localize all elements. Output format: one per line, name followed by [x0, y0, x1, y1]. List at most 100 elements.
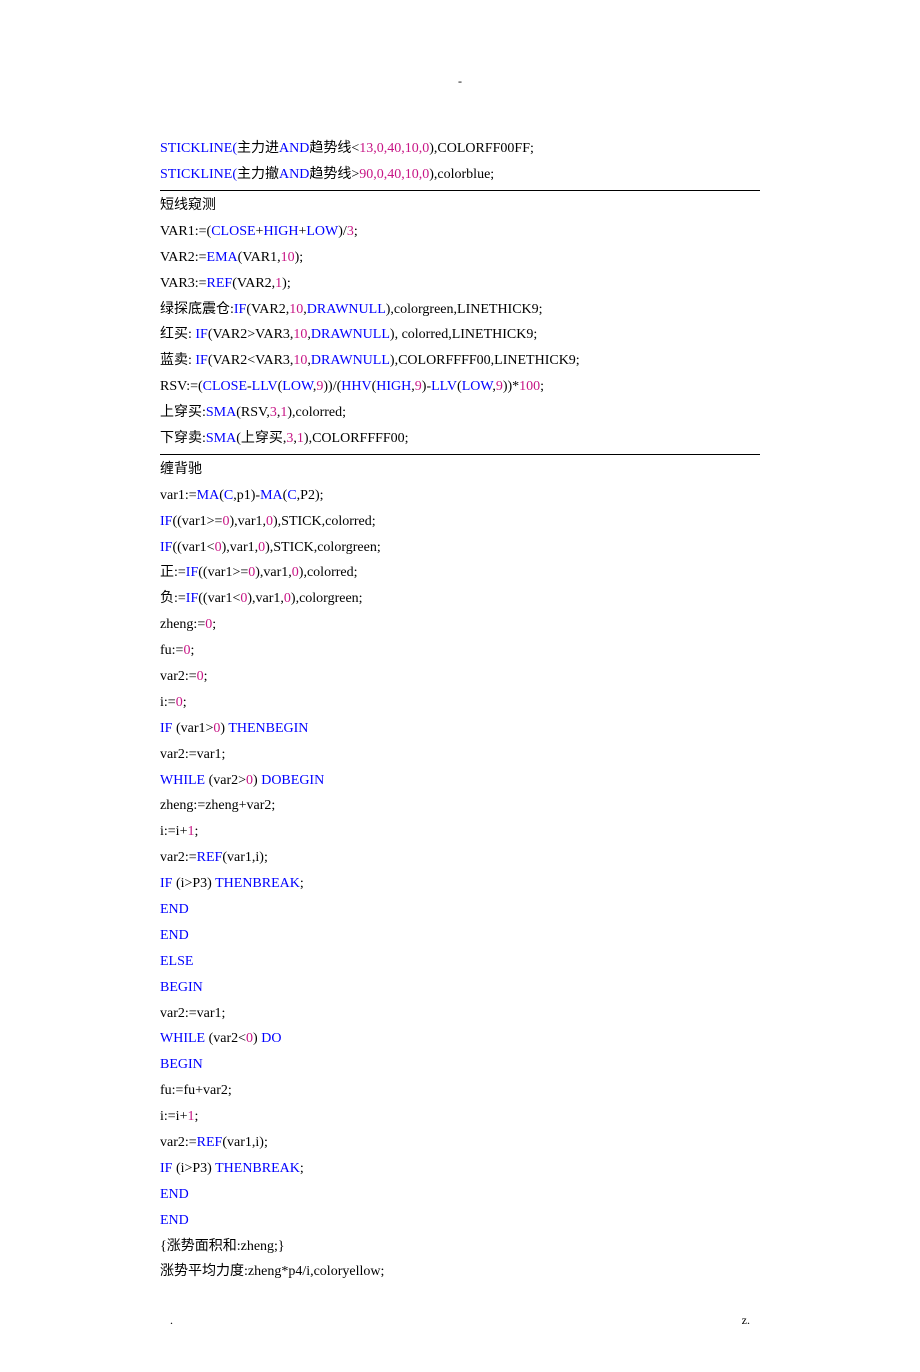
- code-line: STICKLINE(主力进AND趋势线<13,0,40,10,0),COLORF…: [160, 136, 760, 162]
- page-footer: . z.: [160, 1309, 760, 1331]
- code-token: 绿探底震仓:: [160, 302, 234, 317]
- code-token: ;: [354, 224, 358, 239]
- code-line: var2:=REF(var1,i);: [160, 845, 760, 871]
- code-token: 1: [297, 431, 304, 446]
- code-token: 主力进: [237, 141, 279, 156]
- code-line: 下穿卖:SMA(上穿买,3,1),COLORFFFF00;: [160, 426, 760, 452]
- code-token: 0: [246, 1031, 253, 1046]
- code-token: (var2>: [205, 773, 246, 788]
- code-token: ;: [300, 1161, 304, 1176]
- code-token: HIGH: [263, 224, 298, 239]
- code-token: ELSE: [160, 954, 193, 969]
- code-token: var2:=var1;: [160, 1006, 225, 1021]
- code-token: (上穿买,: [236, 431, 286, 446]
- code-token: ,p1)-: [233, 488, 260, 503]
- code-token: ;: [540, 379, 544, 394]
- code-token: 主力撤: [237, 167, 279, 182]
- code-token: VAR2:=: [160, 250, 207, 265]
- code-line: BEGIN: [160, 1052, 760, 1078]
- code-token: (VAR2>VAR3,: [208, 327, 294, 342]
- code-token: ((var1>=: [172, 514, 222, 529]
- code-token: ((var1<: [172, 540, 214, 555]
- code-token: 蓝卖:: [160, 353, 195, 368]
- code-token: 负:=: [160, 591, 186, 606]
- code-token: 0: [246, 773, 253, 788]
- code-token: HIGH: [376, 379, 411, 394]
- code-token: (RSV,: [236, 405, 270, 420]
- code-line: i:=0;: [160, 690, 760, 716]
- code-line: WHILE (var2>0) DOBEGIN: [160, 768, 760, 794]
- code-line: i:=i+1;: [160, 819, 760, 845]
- code-token: ),STICK,colorred;: [273, 514, 376, 529]
- code-token: ),colorgreen;: [291, 591, 363, 606]
- code-token: ),var1,: [247, 591, 284, 606]
- code-token: 3: [347, 224, 354, 239]
- code-token: zheng:=: [160, 617, 205, 632]
- code-token: EMA: [207, 250, 238, 265]
- code-token: (var1>: [172, 721, 213, 736]
- code-token: 0: [266, 514, 273, 529]
- code-token: SMA: [206, 431, 236, 446]
- code-token: LLV: [252, 379, 278, 394]
- code-token: CLOSE: [211, 224, 255, 239]
- code-token: 缠背驰: [160, 462, 202, 477]
- code-token: STICKLINE(: [160, 167, 237, 182]
- code-line: RSV:=(CLOSE-LLV(LOW,9))/(HHV(HIGH,9)-LLV…: [160, 374, 760, 400]
- code-token: LLV: [431, 379, 457, 394]
- code-token: DRAWNULL: [311, 327, 390, 342]
- code-token: 0: [292, 565, 299, 580]
- code-token: var2:=: [160, 1135, 197, 1150]
- code-body: STICKLINE(主力进AND趋势线<13,0,40,10,0),COLORF…: [160, 136, 760, 1285]
- code-line: {涨势面积和:zheng;}: [160, 1234, 760, 1260]
- code-token: ;: [194, 1109, 198, 1124]
- code-token: ),colorgreen,LINETHICK9;: [386, 302, 543, 317]
- code-token: fu:=: [160, 643, 183, 658]
- code-token: ))*: [503, 379, 519, 394]
- code-token: )/: [338, 224, 347, 239]
- code-line: VAR1:=(CLOSE+HIGH+LOW)/3;: [160, 219, 760, 245]
- code-token: LOW: [306, 224, 338, 239]
- document-page: - STICKLINE(主力进AND趋势线<13,0,40,10,0),COLO…: [0, 0, 920, 1372]
- code-token: THENBREAK: [215, 1161, 300, 1176]
- code-token: ;: [204, 669, 208, 684]
- code-token: 100: [519, 379, 540, 394]
- code-token: BEGIN: [160, 980, 203, 995]
- code-line: fu:=0;: [160, 638, 760, 664]
- code-token: ),COLORFFFF00;: [304, 431, 409, 446]
- code-token: CLOSE: [203, 379, 247, 394]
- code-token: IF: [160, 876, 172, 891]
- code-token: DRAWNULL: [307, 302, 386, 317]
- code-line: 红买: IF(VAR2>VAR3,10,DRAWNULL), colorred,…: [160, 322, 760, 348]
- code-line: BEGIN: [160, 975, 760, 1001]
- code-token: END: [160, 902, 189, 917]
- code-token: 9: [415, 379, 422, 394]
- code-token: zheng:=zheng+var2;: [160, 798, 275, 813]
- code-token: var1:=: [160, 488, 197, 503]
- code-token: IF: [160, 721, 172, 736]
- code-token: );: [282, 276, 291, 291]
- header-mark: -: [160, 70, 760, 92]
- code-token: (VAR2,: [232, 276, 275, 291]
- code-token: THENBEGIN: [228, 721, 308, 736]
- code-token: THENBREAK: [215, 876, 300, 891]
- code-token: MA: [260, 488, 283, 503]
- code-token: i:=i+: [160, 824, 187, 839]
- code-line: fu:=fu+var2;: [160, 1078, 760, 1104]
- code-line: var2:=var1;: [160, 1001, 760, 1027]
- section-divider: [160, 190, 760, 191]
- code-token: LOW: [282, 379, 313, 394]
- code-token: 正:=: [160, 565, 186, 580]
- code-token: ): [253, 1031, 261, 1046]
- code-token: IF: [186, 591, 198, 606]
- code-line: VAR2:=EMA(VAR1,10);: [160, 245, 760, 271]
- code-token: )-: [422, 379, 431, 394]
- code-token: i:=: [160, 695, 176, 710]
- code-token: DO: [261, 1031, 281, 1046]
- code-token: ),COLORFF00FF;: [429, 141, 534, 156]
- code-token: fu:=fu+var2;: [160, 1083, 232, 1098]
- code-token: 10: [289, 302, 303, 317]
- code-line: END: [160, 897, 760, 923]
- code-token: 10: [293, 353, 307, 368]
- code-token: (var2<: [205, 1031, 246, 1046]
- code-line: 蓝卖: IF(VAR2<VAR3,10,DRAWNULL),COLORFFFF0…: [160, 348, 760, 374]
